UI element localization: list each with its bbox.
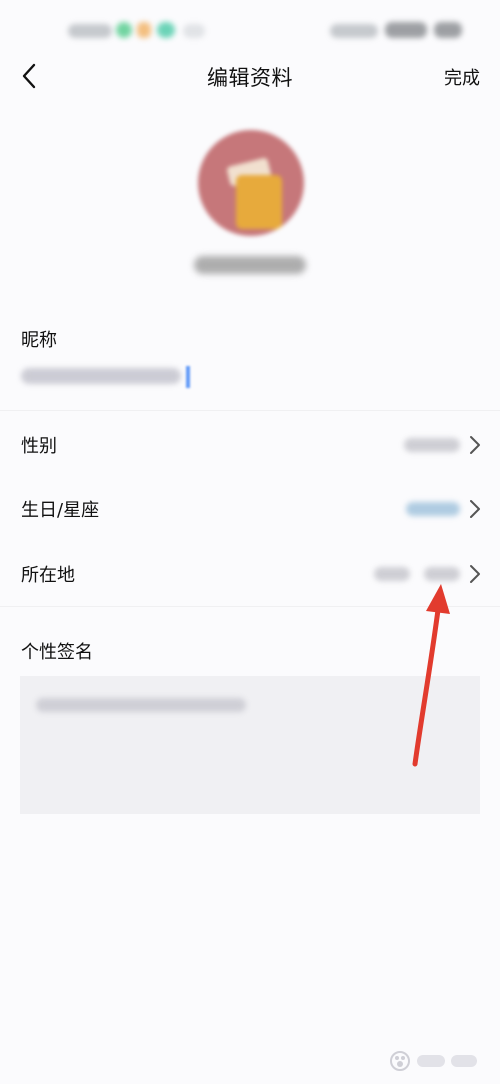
gender-value-blurred — [404, 438, 460, 452]
location-province-blurred — [374, 567, 410, 581]
chevron-right-icon — [470, 436, 480, 454]
divider — [0, 606, 500, 607]
baidu-jingyan-watermark-icon — [385, 1046, 485, 1076]
nav-bar: 编辑资料 完成 — [0, 50, 500, 100]
avatar-caption-blurred[interactable] — [194, 256, 306, 274]
avatar-cake — [236, 175, 282, 229]
divider — [0, 410, 500, 411]
nickname-label: 昵称 — [21, 330, 57, 351]
birthday-row[interactable]: 生日/星座 — [0, 478, 500, 540]
gender-row[interactable]: 性别 — [0, 414, 500, 476]
signature-placeholder-blurred — [36, 698, 246, 712]
nickname-input[interactable] — [21, 368, 181, 384]
chevron-right-icon — [470, 565, 480, 583]
status-icon-orange — [137, 22, 151, 38]
gender-label: 性别 — [21, 436, 57, 457]
status-battery — [434, 22, 462, 38]
birthday-value-blurred — [406, 502, 460, 516]
chevron-right-icon — [470, 500, 480, 518]
location-label: 所在地 — [21, 565, 75, 586]
avatar[interactable] — [198, 130, 304, 236]
page-title: 编辑资料 — [207, 66, 293, 90]
status-icon-teal — [157, 22, 175, 38]
location-row[interactable]: 所在地 — [0, 543, 500, 605]
done-button[interactable]: 完成 — [444, 64, 480, 90]
status-icon-green — [116, 22, 132, 38]
status-signal — [385, 22, 427, 38]
location-city-blurred — [424, 567, 460, 581]
birthday-label: 生日/星座 — [21, 500, 100, 521]
status-network — [330, 24, 378, 38]
text-cursor — [186, 366, 190, 388]
status-bar — [0, 0, 500, 50]
status-icon-gray — [183, 24, 205, 38]
signature-input[interactable] — [20, 676, 480, 814]
signature-label: 个性签名 — [21, 642, 93, 663]
status-time — [68, 24, 112, 38]
